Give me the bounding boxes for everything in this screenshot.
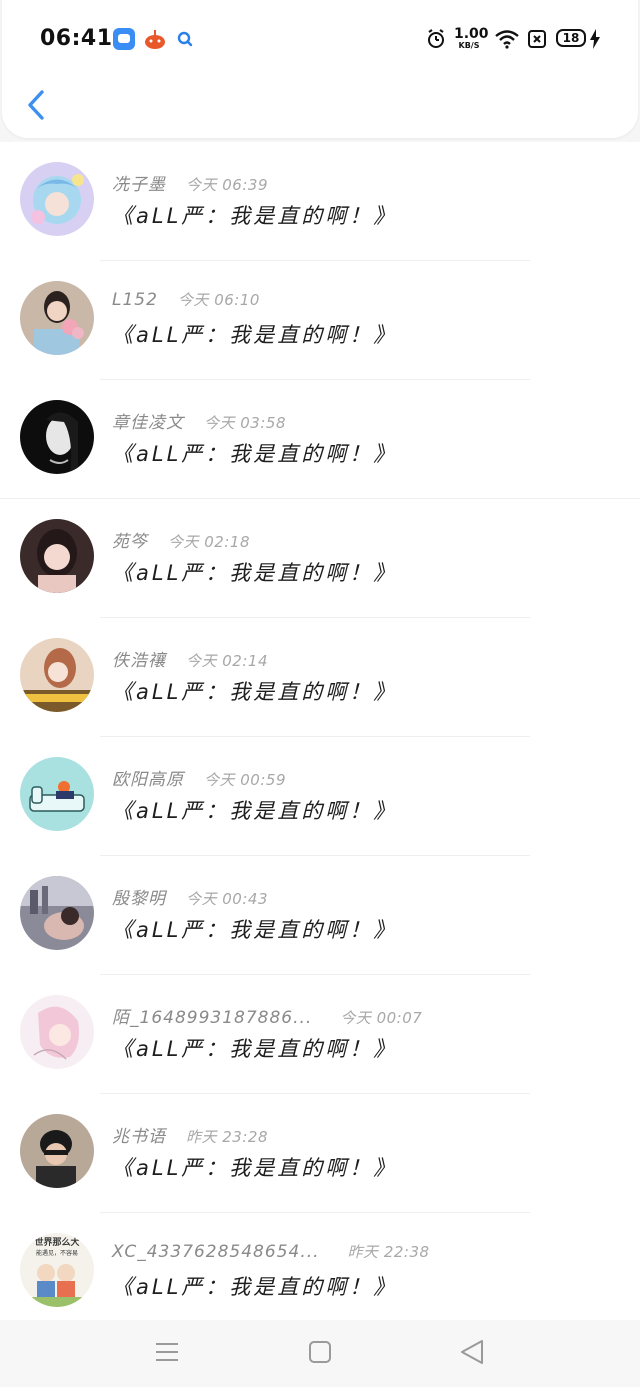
message-meta: 章佳凌文 今天 03:58 (112, 408, 286, 433)
list-item[interactable]: 陌_1648993187886... 今天 00:07 《aLL严：我是直的啊！》 (0, 975, 640, 1094)
sender-name: 冼子墨 (112, 175, 166, 195)
message-text: 《aLL严：我是直的啊！》 (112, 442, 398, 466)
message-meta: 苑笒 今天 02:18 (112, 527, 250, 552)
avatar[interactable] (20, 281, 94, 355)
menu-button[interactable] (147, 1332, 187, 1372)
back-button[interactable] (20, 84, 54, 126)
message-time: 昨天 23:28 (186, 1128, 268, 1146)
message-text: 《aLL严：我是直的啊！》 (112, 1037, 398, 1061)
message-list[interactable]: 冼子墨 今天 06:39 《aLL严：我是直的啊！》 L152 今天 06:10 《… (0, 142, 640, 1320)
message-time: 今天 00:07 (340, 1009, 423, 1027)
message-time: 今天 02:18 (168, 533, 250, 551)
message-time: 今天 03:58 (204, 414, 286, 432)
message-meta: XC_4337628548654... 昨天 22:38 (112, 1241, 430, 1265)
avatar[interactable]: 世界那么大 能遇见，不容易 (20, 1233, 94, 1307)
speed-unit: KB/S (458, 41, 480, 50)
sender-name: 兆书语 (112, 1127, 166, 1147)
avatar[interactable] (20, 1114, 94, 1188)
message-time: 今天 06:10 (177, 291, 260, 309)
message-time: 今天 00:43 (186, 890, 268, 908)
sender-name: XC_4337628548654... (112, 1242, 320, 1262)
list-item[interactable]: 兆书语 昨天 23:28 《aLL严：我是直的啊！》 (0, 1094, 640, 1213)
navigation-bar (0, 1320, 640, 1387)
sender-name: 佚浩禳 (112, 651, 166, 671)
speed-value: 1.00 (454, 26, 489, 42)
avatar[interactable] (20, 162, 94, 236)
message-meta: 兆书语 昨天 23:28 (112, 1122, 268, 1147)
message-meta: 冼子墨 今天 06:39 (112, 170, 268, 195)
avatar[interactable] (20, 400, 94, 474)
avatar[interactable] (20, 638, 94, 712)
message-time: 今天 00:59 (204, 771, 286, 789)
message-text: 《aLL严：我是直的啊！》 (112, 680, 398, 704)
sender-name: 欧阳高原 (112, 770, 184, 790)
system-back-button[interactable] (452, 1332, 492, 1372)
avatar[interactable] (20, 519, 94, 593)
avatar-caption-line1: 世界那么大 (34, 1236, 79, 1248)
list-item[interactable]: 佚浩禳 今天 02:14 《aLL严：我是直的啊！》 (0, 618, 640, 737)
list-item[interactable]: 章佳凌文 今天 03:58 《aLL严：我是直的啊！》 (0, 380, 640, 499)
message-text: 《aLL严：我是直的啊！》 (112, 1275, 398, 1299)
message-text: 《aLL严：我是直的啊！》 (112, 918, 398, 942)
message-time: 今天 06:39 (186, 176, 268, 194)
menu-icon (156, 1343, 178, 1361)
alarm-icon (426, 29, 448, 51)
square-home-icon (309, 1341, 331, 1363)
message-meta: 殷黎明 今天 00:43 (112, 884, 268, 909)
avatar[interactable] (20, 995, 94, 1069)
message-text: 《aLL严：我是直的啊！》 (112, 323, 398, 347)
list-item[interactable]: 殷黎明 今天 00:43 《aLL严：我是直的啊！》 (0, 856, 640, 975)
sender-name: 苑笒 (112, 532, 148, 552)
status-time: 06:41 (40, 26, 113, 51)
blue-chat-app-icon (113, 28, 135, 50)
sender-name: 殷黎明 (112, 889, 166, 909)
triangle-back-icon (461, 1340, 483, 1364)
message-meta: L152 今天 06:10 (112, 289, 260, 313)
sender-name: L152 (112, 290, 158, 310)
orange-app-icon (144, 28, 166, 50)
list-item[interactable]: 苑笒 今天 02:18 《aLL严：我是直的啊！》 (0, 499, 640, 618)
sender-name: 陌_1648993187886... (112, 1008, 313, 1028)
message-meta: 佚浩禳 今天 02:14 (112, 646, 268, 671)
battery-indicator: 18 (556, 29, 586, 47)
list-item[interactable]: 冼子墨 今天 06:39 《aLL严：我是直的啊！》 (0, 142, 640, 261)
message-text: 《aLL严：我是直的啊！》 (112, 1156, 398, 1180)
status-bar: 06:41 1.00 KB/S 18 (2, 0, 638, 78)
message-time: 今天 02:14 (186, 652, 268, 670)
message-text: 《aLL严：我是直的啊！》 (112, 204, 398, 228)
header-bar: 06:41 1.00 KB/S 18 (2, 0, 638, 138)
message-time: 昨天 22:38 (347, 1243, 430, 1261)
sim-card-icon (528, 30, 550, 52)
message-text: 《aLL严：我是直的啊！》 (112, 561, 398, 585)
search-app-icon (176, 30, 198, 52)
home-button[interactable] (300, 1332, 340, 1372)
message-text: 《aLL严：我是直的啊！》 (112, 799, 398, 823)
charging-icon (589, 29, 611, 51)
avatar[interactable] (20, 876, 94, 950)
message-meta: 陌_1648993187886... 今天 00:07 (112, 1003, 423, 1028)
chevron-left-icon (28, 90, 44, 120)
avatar[interactable] (20, 757, 94, 831)
wifi-icon (494, 28, 519, 50)
network-speed: 1.00 KB/S (454, 26, 489, 50)
list-item[interactable]: 世界那么大 能遇见，不容易 XC_4337628548654... 昨天 22:38… (0, 1213, 640, 1320)
list-item[interactable]: L152 今天 06:10 《aLL严：我是直的啊！》 (0, 261, 640, 380)
list-item[interactable]: 欧阳高原 今天 00:59 《aLL严：我是直的啊！》 (0, 737, 640, 856)
avatar-caption-line2: 能遇见，不容易 (36, 1249, 78, 1257)
message-meta: 欧阳高原 今天 00:59 (112, 765, 286, 790)
sender-name: 章佳凌文 (112, 413, 184, 433)
